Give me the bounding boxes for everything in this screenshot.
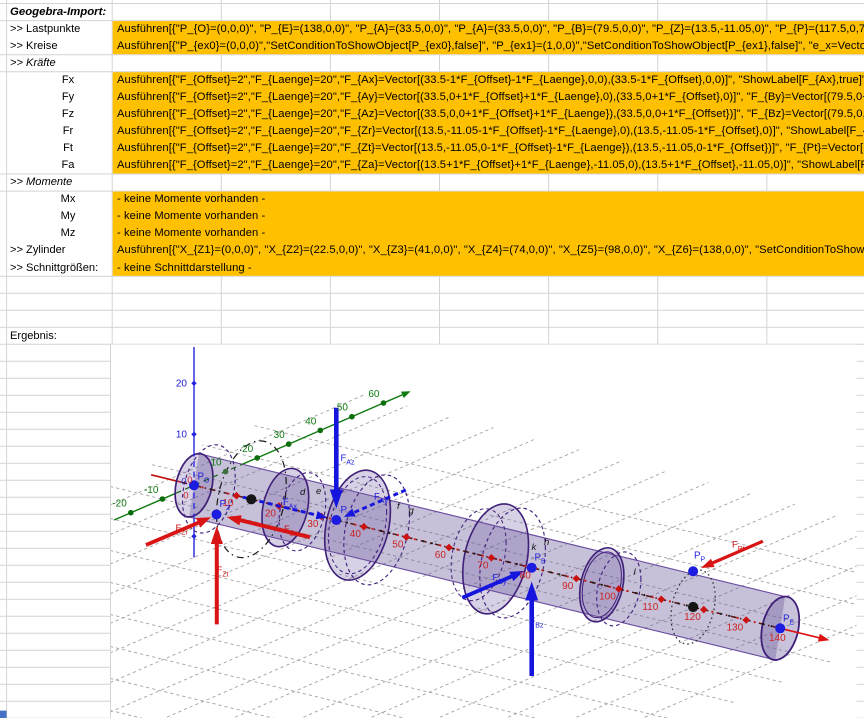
svg-text:Bz: Bz [535,622,544,629]
svg-text:-10: -10 [144,485,159,496]
svg-text:0: 0 [183,491,188,502]
svg-text:0: 0 [181,477,186,488]
svg-text:140: 140 [769,633,786,644]
svg-text:110: 110 [642,602,658,613]
svg-text:60: 60 [435,550,447,561]
svg-text:B: B [541,559,546,566]
svg-text:130: 130 [727,623,744,634]
svg-text:80: 80 [520,571,532,582]
svg-text:Z: Z [226,505,230,512]
svg-text:40: 40 [305,416,317,427]
svg-text:20: 20 [176,378,188,389]
svg-text:P: P [701,557,706,564]
svg-text:10: 10 [210,458,222,469]
svg-text:30: 30 [274,430,286,441]
svg-text:50: 50 [392,540,404,551]
svg-text:10: 10 [176,429,188,440]
svg-text:Az: Az [346,459,355,466]
svg-text:50: 50 [337,403,349,414]
svg-text:60: 60 [368,389,380,400]
svg-text:e: e [316,486,321,497]
svg-text:O: O [204,478,210,485]
svg-text:Pt: Pt [738,546,745,553]
svg-text:h: h [544,537,549,548]
svg-text:0: 0 [187,475,192,486]
svg-text:d: d [300,487,306,498]
svg-text:E: E [790,620,795,627]
svg-text:90: 90 [562,581,574,592]
svg-text:30: 30 [307,519,319,530]
svg-text:Ay: Ay [380,498,389,505]
svg-text:40: 40 [350,529,362,540]
svg-text:Za: Za [290,530,298,537]
svg-text:A: A [347,511,352,518]
svg-text:120: 120 [684,612,701,623]
svg-text:70: 70 [477,560,489,571]
svg-text:g: g [409,506,415,517]
svg-text:Zt: Zt [222,571,228,578]
svg-text:20: 20 [242,444,254,455]
svg-text:100: 100 [599,591,616,602]
svg-text:20: 20 [265,509,277,520]
svg-text:-20: -20 [112,499,127,510]
svg-text:Zr: Zr [181,529,188,536]
svg-text:Ax: Ax [289,503,298,510]
svg-text:By: By [498,579,507,586]
